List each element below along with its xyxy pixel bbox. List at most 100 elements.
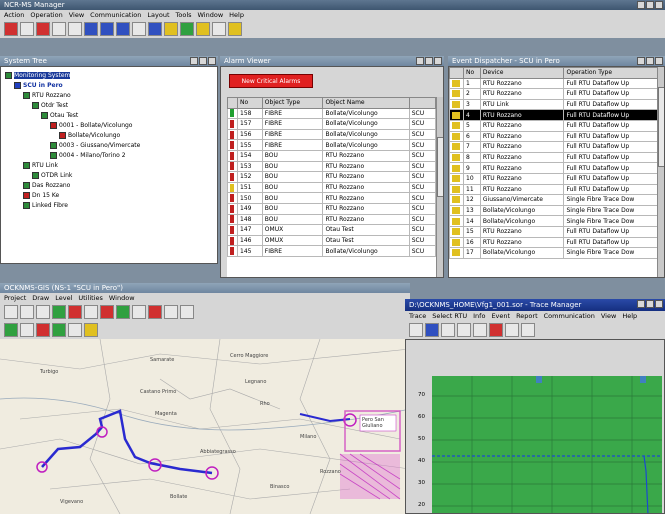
tile-tool-icon[interactable]	[116, 22, 130, 36]
gis-menu-draw[interactable]: Draw	[32, 293, 49, 303]
tree-item[interactable]: Das Rozzano	[5, 181, 217, 191]
trace-menu-communication[interactable]: Communication	[544, 311, 595, 321]
print-tool-icon[interactable]	[164, 305, 178, 319]
info-tool-icon[interactable]	[84, 305, 98, 319]
trace-menu-report[interactable]: Report	[516, 311, 538, 321]
app-menu-action[interactable]: Action	[4, 10, 24, 20]
camera-tool-icon[interactable]	[68, 323, 82, 337]
tree-item[interactable]: 0001 - Bollate/Vicolungo	[5, 121, 217, 131]
alarm-row[interactable]: 153 BOU RTU Rozzano SCU	[227, 160, 436, 173]
tree-item[interactable]: 0004 - Milano/Torino 2	[5, 151, 217, 161]
event-row[interactable]: 16 RTU Rozzano Full RTU Dataflow Up	[449, 236, 658, 249]
alarm-column-header[interactable]	[408, 97, 436, 109]
fault-tool-icon[interactable]	[68, 305, 82, 319]
filter-tool-icon[interactable]	[116, 305, 130, 319]
alarm-row[interactable]: 154 BOU RTU Rozzano SCU	[227, 149, 436, 162]
marker-tool-icon[interactable]	[100, 305, 114, 319]
tree-item[interactable]: Bollate/Vicolungo	[5, 131, 217, 141]
app-menu-help[interactable]: Help	[229, 10, 244, 20]
maximize-icon[interactable]	[646, 300, 654, 308]
report-tool-icon[interactable]	[196, 22, 210, 36]
gis-map[interactable]: Pero San Giuliano Samarate Cerro Maggiore…	[0, 339, 410, 514]
trace-chart[interactable]	[432, 376, 662, 513]
alarm-row[interactable]: 151 BOU RTU Rozzano SCU	[227, 181, 436, 194]
trace-menu-trace[interactable]: Trace	[409, 311, 426, 321]
event-row[interactable]: 5 RTU Rozzano Full RTU Dataflow Up	[449, 119, 658, 132]
help-tool-icon[interactable]	[228, 22, 242, 36]
close-icon[interactable]	[655, 300, 663, 308]
trace-menu-event[interactable]: Event	[491, 311, 510, 321]
close-icon[interactable]	[434, 57, 442, 65]
event-row[interactable]: 10 RTU Rozzano Full RTU Dataflow Up	[449, 172, 658, 185]
alarm-row[interactable]: 158 FIBRE Bollate/Vicolungo SCU	[227, 107, 436, 120]
event-row[interactable]: 12 Giussano/Vimercate Single Fibre Trace D…	[449, 194, 658, 206]
event-column-header[interactable]: No	[463, 67, 481, 79]
close-icon[interactable]	[208, 57, 216, 65]
event-row[interactable]: 1 RTU Rozzano Full RTU Dataflow Up	[449, 77, 658, 90]
tree-item[interactable]: Otau Test	[5, 111, 217, 121]
event-row[interactable]: 6 RTU Rozzano Full RTU Dataflow Up	[449, 130, 658, 143]
app-menu-layout[interactable]: Layout	[147, 10, 169, 20]
fit-trace-icon[interactable]	[473, 323, 487, 337]
maximize-icon[interactable]	[646, 57, 654, 65]
alarm-row[interactable]: 155 FIBRE Bollate/Vicolungo SCU	[227, 139, 436, 151]
minimize-icon[interactable]	[190, 57, 198, 65]
cut-tool-icon[interactable]	[36, 323, 50, 337]
event-column-header[interactable]: Operation Type	[563, 67, 658, 79]
app-menu-tools[interactable]: Tools	[176, 10, 192, 20]
settings-tool-icon[interactable]	[180, 305, 194, 319]
trace-tool-icon[interactable]	[164, 22, 178, 36]
grid-tool-icon[interactable]	[100, 22, 114, 36]
marker-a-icon[interactable]	[536, 376, 542, 383]
trace-menu-help[interactable]: Help	[622, 311, 637, 321]
scroll-thumb[interactable]	[437, 137, 443, 197]
tree-item[interactable]: OTDR Link	[5, 171, 217, 181]
maximize-icon[interactable]	[199, 57, 207, 65]
app-menu-communication[interactable]: Communication	[90, 10, 141, 20]
app-menu-operation[interactable]: Operation	[30, 10, 62, 20]
trace-menu-select-rtu[interactable]: Select RTU	[432, 311, 467, 321]
event-column-header[interactable]: Device	[479, 67, 565, 79]
new-tool-icon[interactable]	[20, 22, 34, 36]
layer-tool-icon[interactable]	[132, 305, 146, 319]
view-tool-icon[interactable]	[84, 22, 98, 36]
open-tool-icon[interactable]	[52, 22, 66, 36]
pan-tool-icon[interactable]	[36, 305, 50, 319]
gis-menu-level[interactable]: Level	[55, 293, 72, 303]
alarm-row[interactable]: 146 OMUX Otau Test SCU	[227, 234, 436, 247]
delete-tool-icon[interactable]	[148, 305, 162, 319]
scroll-thumb[interactable]	[658, 87, 664, 167]
minimize-icon[interactable]	[637, 57, 645, 65]
event-row[interactable]: 15 RTU Rozzano Full RTU Dataflow Up	[449, 225, 658, 238]
info-trace-icon[interactable]	[425, 323, 439, 337]
zoom-tool-icon[interactable]	[20, 305, 34, 319]
network-tool-icon[interactable]	[148, 22, 162, 36]
pencil-tool-icon[interactable]	[20, 323, 34, 337]
maximize-icon[interactable]	[646, 1, 654, 9]
alarm-row[interactable]: 145 FIBRE Bollate/Vicolungo SCU	[227, 245, 436, 257]
tree-item[interactable]: Otdr Test	[5, 101, 217, 111]
alarm-column-header[interactable]: Object Type	[261, 97, 324, 109]
bulb-tool-icon[interactable]	[84, 323, 98, 337]
trace-menu-view[interactable]: View	[601, 311, 616, 321]
alarm-row[interactable]: 152 BOU RTU Rozzano SCU	[227, 171, 436, 183]
event-row[interactable]: 7 RTU Rozzano Full RTU Dataflow Up	[449, 141, 658, 153]
event-scrollbar[interactable]	[657, 67, 664, 277]
event-row[interactable]: 17 Bollate/Vicolungo Single Fibre Trace Do…	[449, 247, 658, 259]
app-menu-view[interactable]: View	[69, 10, 84, 20]
gis-menu-utilities[interactable]: Utilities	[78, 293, 102, 303]
map-canvas[interactable]	[0, 339, 410, 514]
tree-item[interactable]: Linked Fibre	[5, 201, 217, 211]
event-row[interactable]: 4 RTU Rozzano Full RTU Dataflow Up	[449, 109, 658, 121]
node-tool-icon[interactable]	[4, 323, 18, 337]
event-row[interactable]: 14 Bollate/Vicolungo Single Fibre Trace Do…	[449, 215, 658, 227]
alarm-row[interactable]: 148 BOU RTU Rozzano SCU	[227, 213, 436, 226]
alarm-column-header[interactable]: Object Name	[322, 97, 410, 109]
tree-item[interactable]: 0003 - Giussano/Vimercate	[5, 141, 217, 151]
gis-menu-window[interactable]: Window	[109, 293, 135, 303]
event-column-header[interactable]	[449, 67, 464, 79]
event-row[interactable]: 9 RTU Rozzano Full RTU Dataflow Up	[449, 162, 658, 174]
app-menu-window[interactable]: Window	[198, 10, 224, 20]
tree-item[interactable]: Dn 15 Ke	[5, 191, 217, 201]
help-trace-icon[interactable]	[521, 323, 535, 337]
